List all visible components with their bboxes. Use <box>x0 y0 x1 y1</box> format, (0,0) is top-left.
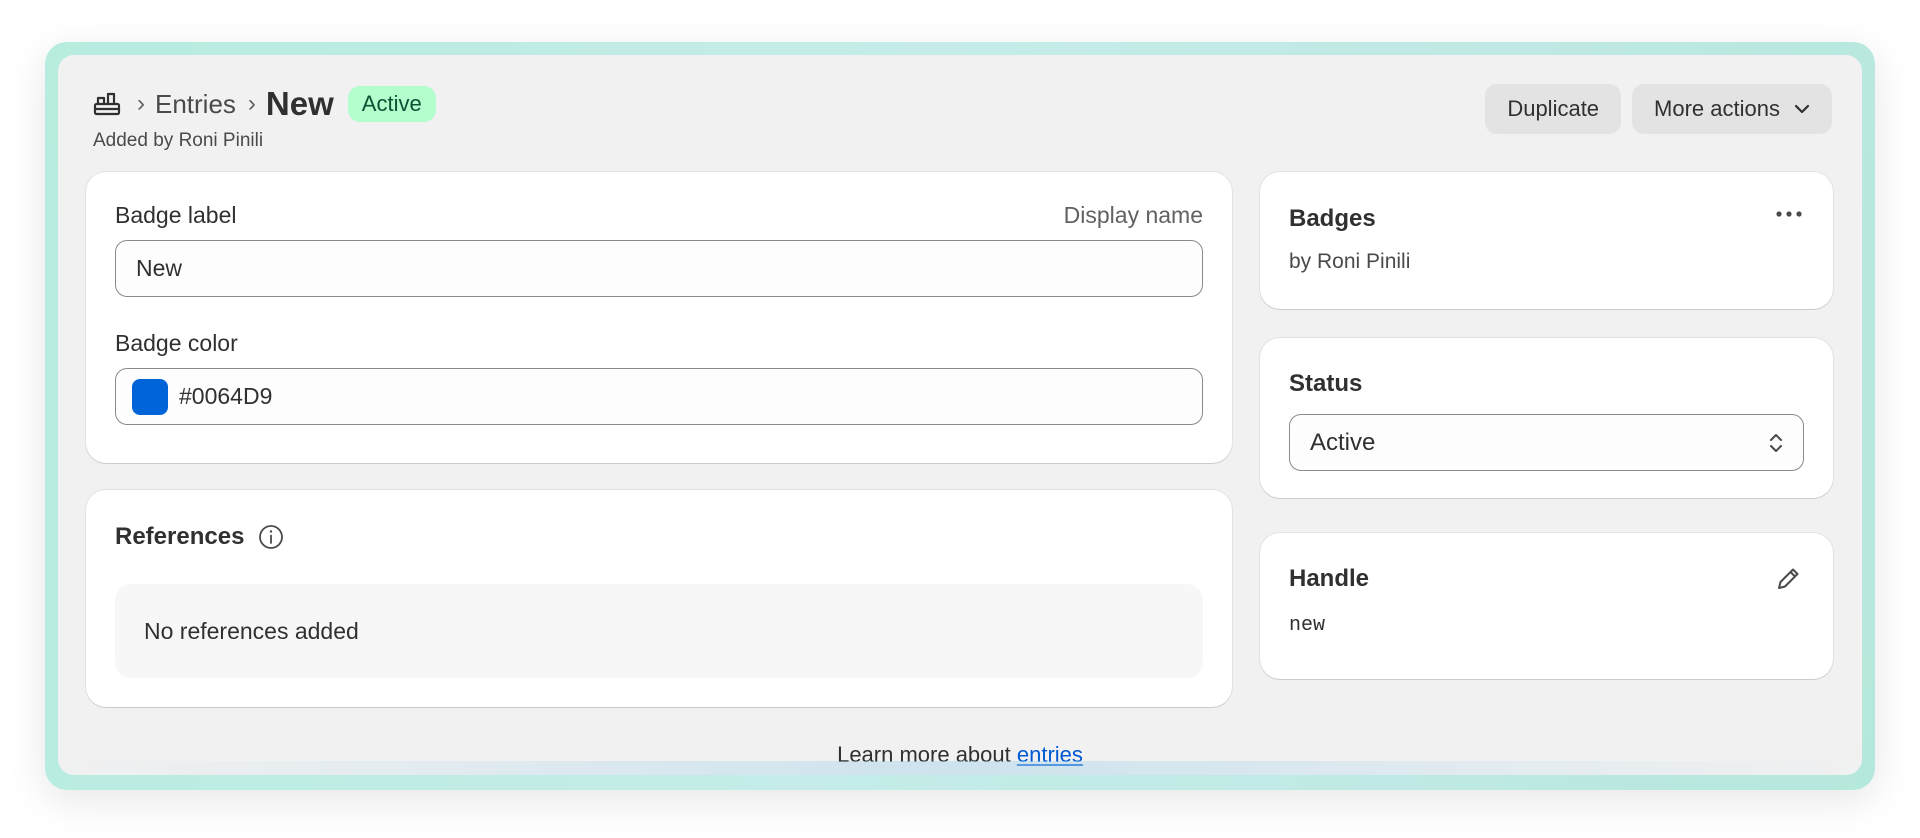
references-title: References <box>115 523 245 550</box>
references-card: References No references added <box>86 490 1232 707</box>
duplicate-button-label: Duplicate <box>1507 96 1600 121</box>
badge-label-value: New <box>136 255 183 281</box>
duplicate-button[interactable]: Duplicate <box>1485 84 1622 134</box>
badge-color-label: Badge color <box>115 330 238 356</box>
bottom-glow <box>58 761 1862 775</box>
more-horizontal-icon[interactable] <box>1775 210 1803 218</box>
display-name-hint: Display name <box>1063 202 1203 228</box>
status-select-value: Active <box>1310 428 1376 456</box>
status-select[interactable]: Active <box>1289 414 1804 471</box>
badge-color-input[interactable]: #0064D9 <box>115 368 1203 425</box>
chevron-down-icon <box>1794 104 1810 114</box>
references-empty-text: No references added <box>144 617 359 644</box>
badge-label-field-header: Badge label Display name <box>115 202 1203 229</box>
badge-label-input[interactable]: New <box>115 240 1203 297</box>
chevron-right-icon: › <box>137 90 145 117</box>
more-actions-label: More actions <box>1654 96 1780 121</box>
badge-color-value: #0064D9 <box>179 383 273 409</box>
page-header: › Entries › New Active Added by Roni Pin… <box>93 84 1832 164</box>
status-card: Status Active <box>1260 338 1833 498</box>
metaobject-icon[interactable] <box>93 90 121 118</box>
definition-title: Badges <box>1289 205 1376 232</box>
page-title: New <box>265 85 334 122</box>
handle-card: Handle new <box>1260 533 1833 679</box>
breadcrumb-entries-link[interactable]: Entries <box>155 89 236 120</box>
color-swatch[interactable] <box>132 378 168 415</box>
badge-label-label: Badge label <box>115 202 237 228</box>
definition-author: by Roni Pinili <box>1289 250 1411 273</box>
definition-card: Badges by Roni Pinili <box>1260 172 1833 309</box>
handle-title: Handle <box>1289 565 1370 592</box>
chevron-right-icon: › <box>247 90 256 117</box>
page-panel: › Entries › New Active Added by Roni Pin… <box>58 55 1862 775</box>
references-empty-state: No references added <box>115 584 1203 678</box>
fields-card: Badge label Display name New Badge color… <box>86 172 1232 463</box>
more-actions-button[interactable]: More actions <box>1632 84 1832 134</box>
status-title: Status <box>1289 370 1363 397</box>
info-icon[interactable] <box>258 524 284 550</box>
badge-color-field-header: Badge color <box>115 330 1203 357</box>
select-arrows-icon <box>1770 433 1782 452</box>
edit-icon[interactable] <box>1775 566 1801 592</box>
header-actions: Duplicate More actions <box>1485 84 1832 134</box>
status-badge: Active <box>347 86 436 122</box>
handle-value: new <box>1289 614 1326 637</box>
